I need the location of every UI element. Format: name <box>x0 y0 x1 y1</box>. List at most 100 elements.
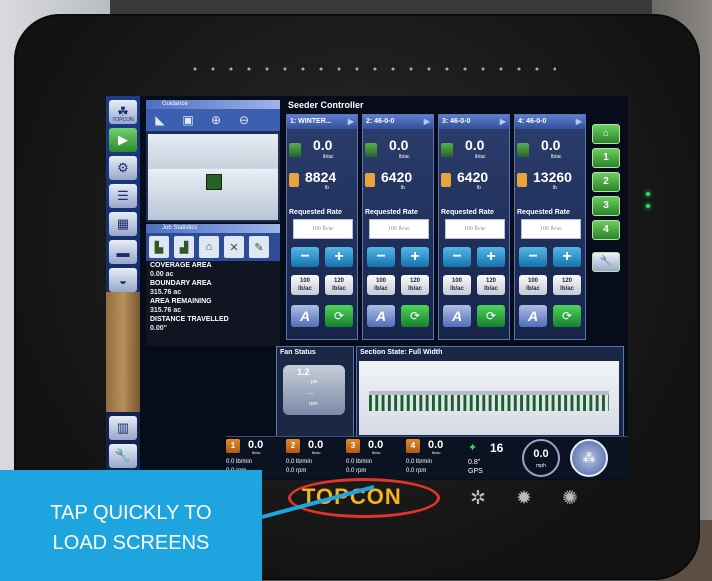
lane-header[interactable]: 3: 46-0-0 ▶ <box>439 115 509 129</box>
boundary-area-label: BOUNDARY AREA <box>150 280 212 287</box>
preset-2-button[interactable]: 120 lb/ac <box>553 275 581 295</box>
map-view-icon[interactable]: ▣ <box>178 112 198 128</box>
channel-4-status[interactable]: 4 0.0 lb/ac 0.0 lb/min 0.0 rpm <box>406 439 464 477</box>
seed-icon <box>289 143 301 157</box>
requested-rate-input[interactable]: 100 lb/ac <box>521 219 581 239</box>
brightness-up-icon[interactable]: ✺ <box>560 489 580 509</box>
decrease-button[interactable]: − <box>443 247 471 267</box>
lane-2-button[interactable]: 2 <box>592 172 620 192</box>
lane-2: 2: 46-0-0 ▶ 0.0 lb/ac 6420 lb Requested Rat… <box>362 114 434 340</box>
decrease-button[interactable]: − <box>291 247 319 267</box>
lane-header[interactable]: 2: 46-0-0 ▶ <box>363 115 433 129</box>
channel-2-status[interactable]: 2 0.0 lb/ac 0.0 lb/min 0.0 rpm <box>286 439 344 477</box>
preset-1-button[interactable]: 100 lb/ac <box>519 275 547 295</box>
tank-readout: 6420 lb <box>441 169 507 193</box>
calculator-icon[interactable]: ▦ <box>109 212 137 236</box>
preset-1-button[interactable]: 100 lb/ac <box>291 275 319 295</box>
gps-status[interactable]: ✦ 16 0.8" GPS <box>466 439 518 477</box>
channel-3-status[interactable]: 3 0.0 lb/ac 0.0 lb/min 0.0 rpm <box>346 439 404 477</box>
increase-button[interactable]: + <box>477 247 505 267</box>
zoom-in-icon[interactable]: ⊕ <box>206 112 226 128</box>
wrench-icon[interactable]: 🔧 <box>109 444 137 468</box>
brightness-down-icon[interactable]: ✲ <box>468 489 488 509</box>
auto-button[interactable]: A <box>367 305 395 327</box>
area-remaining-value: 315.76 ac <box>150 307 182 314</box>
lane-header[interactable]: 1: WINTER... ▶ <box>287 115 357 129</box>
preset-2-button[interactable]: 120 lb/ac <box>401 275 429 295</box>
rate-readout: 0.0 lb/ac <box>517 137 583 165</box>
speaker-dots <box>186 66 556 72</box>
distance-travelled-label: DISTANCE TRAVELLED <box>150 316 229 323</box>
requested-rate-input[interactable]: 100 lb/ac <box>293 219 353 239</box>
callout-box: TAP QUICKLY TO LOAD SCREENS <box>0 470 262 581</box>
seeder-lanes: 1: WINTER... ▶ 0.0 lb/ac 8824 lb Requested … <box>286 114 586 340</box>
increase-button[interactable]: + <box>553 247 581 267</box>
bin-icon <box>365 173 375 187</box>
ruler-icon[interactable]: ▥ <box>109 416 137 440</box>
lane-1-button[interactable]: 1 <box>592 148 620 168</box>
seeder-title: Seeder Controller <box>288 100 364 110</box>
speedometer: 0.0 mph <box>522 439 560 477</box>
sync-icon[interactable]: ⟳ <box>553 305 581 327</box>
zoom-out-icon[interactable]: ⊖ <box>234 112 254 128</box>
seed-icon <box>441 143 453 157</box>
section-view[interactable] <box>359 361 619 435</box>
coverage-area-label: COVERAGE AREA <box>150 262 212 269</box>
coverage-area-value: 0.00 ac <box>150 271 174 278</box>
rate-readout: 0.0 lb/ac <box>441 137 507 165</box>
requested-rate-label: Requested Rate <box>289 209 342 216</box>
chevron-right-icon: ▶ <box>347 117 354 126</box>
boundary-area-value: 315.76 ac <box>150 289 182 296</box>
chevron-right-icon: ▶ <box>499 117 506 126</box>
topcon-logo-button[interactable]: TOPCON <box>302 484 402 510</box>
sync-icon[interactable]: ⟳ <box>325 305 353 327</box>
lane-header[interactable]: 4: 46-0-0 ▶ <box>515 115 585 129</box>
tank-readout: 13260 lb <box>517 169 583 193</box>
coverage-icon[interactable]: ▟ <box>174 236 194 258</box>
decrease-button[interactable]: − <box>519 247 547 267</box>
fan-gauge: 1.2 psi ---- rpm <box>283 365 345 415</box>
perspective-view-icon[interactable]: ◣ <box>150 112 170 128</box>
brightness-mid-icon[interactable]: ✹ <box>514 489 534 509</box>
decrease-button[interactable]: − <box>367 247 395 267</box>
play-icon[interactable]: ▶ <box>109 128 137 152</box>
auto-button[interactable]: A <box>291 305 319 327</box>
guidance-toolbar: ◣ ▣ ⊕ ⊖ <box>146 109 280 131</box>
section-control-button[interactable]: ⁂ <box>570 439 608 477</box>
tank-icon[interactable]: ◒ <box>109 268 137 292</box>
guidance-map-view[interactable] <box>148 134 278 220</box>
home-icon[interactable]: ⌂ <box>592 124 620 144</box>
clear-icon[interactable]: ✕ <box>224 236 244 258</box>
seed-icon <box>517 143 529 157</box>
sync-icon[interactable]: ⟳ <box>401 305 429 327</box>
job-statistics-toolbar: ▙ ▟ ⌂ ✕ ✎ <box>146 233 280 261</box>
lightbar-icon[interactable]: ▬ <box>109 240 137 264</box>
preset-1-button[interactable]: 100 lb/ac <box>443 275 471 295</box>
boundary-icon[interactable]: ⌂ <box>199 236 219 258</box>
map-layers-icon[interactable]: ☰ <box>109 184 137 208</box>
tank-readout: 8824 lb <box>289 169 355 193</box>
requested-rate-input[interactable]: 100 lb/ac <box>369 219 429 239</box>
lane-4-button[interactable]: 4 <box>592 220 620 240</box>
field-icon[interactable]: ▙ <box>149 236 169 258</box>
tractor-icon[interactable]: ⚙ <box>109 156 137 180</box>
display-screen: ☘ TOPCON ▶ ⚙ ☰ ▦ ▬ ◒ ▥ 🔧 Guidance ◣ ▣ ⊕ ⊖… <box>106 96 628 480</box>
preset-2-button[interactable]: 120 lb/ac <box>325 275 353 295</box>
increase-button[interactable]: + <box>401 247 429 267</box>
preset-2-button[interactable]: 120 lb/ac <box>477 275 505 295</box>
auto-button[interactable]: A <box>519 305 547 327</box>
sync-icon[interactable]: ⟳ <box>477 305 505 327</box>
callout-line-1: TAP QUICKLY TO <box>50 502 212 524</box>
guidance-panel: Guidance ◣ ▣ ⊕ ⊖ <box>146 100 280 222</box>
bin-icon <box>441 173 451 187</box>
requested-rate-input[interactable]: 100 lb/ac <box>445 219 505 239</box>
auto-button[interactable]: A <box>443 305 471 327</box>
increase-button[interactable]: + <box>325 247 353 267</box>
erase-icon[interactable]: ✎ <box>249 236 269 258</box>
chevron-right-icon: ▶ <box>423 117 430 126</box>
preset-1-button[interactable]: 100 lb/ac <box>367 275 395 295</box>
scroll-track <box>106 292 140 412</box>
topcon-logo-icon[interactable]: ☘ TOPCON <box>109 100 137 124</box>
lane-3-button[interactable]: 3 <box>592 196 620 216</box>
wrench-settings-icon[interactable]: 🔧 <box>592 252 620 272</box>
